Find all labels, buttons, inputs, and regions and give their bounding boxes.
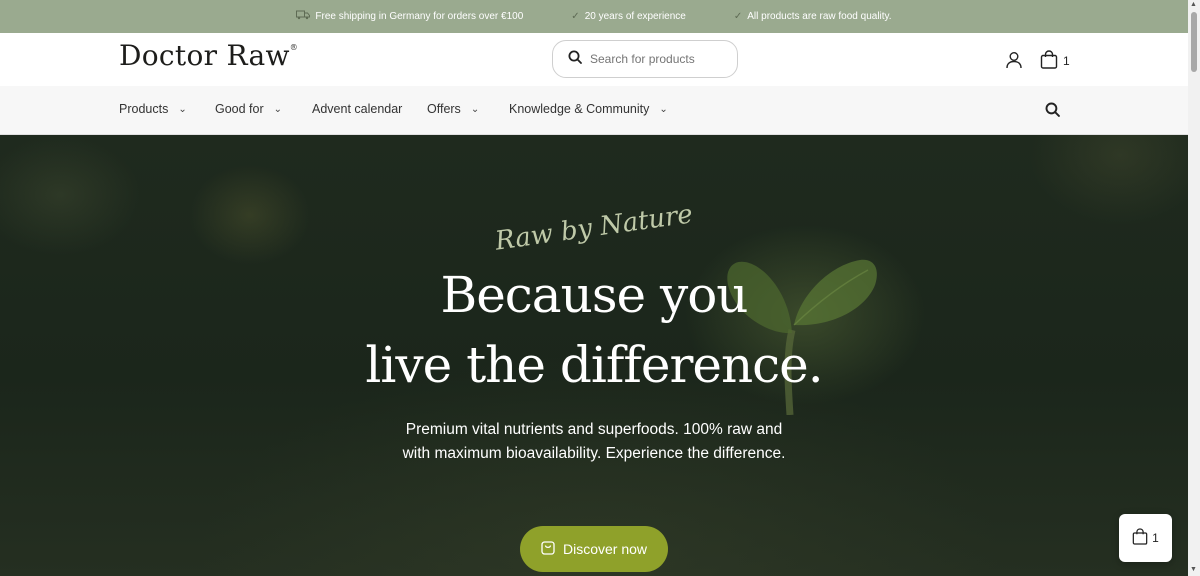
nav-item-label: Advent calendar [312,102,403,116]
search-box[interactable] [552,40,738,78]
shopping-bag-icon [1040,50,1058,72]
nav-item-offers[interactable]: Offers ⌄ [427,102,479,116]
usp-text: Free shipping in Germany for orders over… [315,11,524,22]
usp-shipping: Free shipping in Germany for orders over… [296,10,523,23]
logo-text: Doctor Raw [119,39,290,72]
hero-banner: Raw by Nature Because you live the diffe… [0,135,1188,576]
headline-line-1: Because you [440,266,748,324]
nav-search-button[interactable] [1045,102,1060,122]
scrollbar-thumb[interactable] [1191,12,1197,72]
user-icon [1005,52,1023,73]
hero-headline: Because you live the difference. [0,260,1188,400]
chevron-down-icon: ⌄ [178,103,187,115]
nav-item-label: Good for [215,102,264,116]
chevron-down-icon: ⌄ [659,103,668,115]
usp-bar: Free shipping in Germany for orders over… [0,0,1188,33]
page-scrollbar[interactable]: ▲ ▼ [1188,0,1200,576]
main-nav: Products ⌄ Good for ⌄ Advent calendar Of… [0,86,1188,135]
search-input[interactable] [590,52,720,66]
search-icon [568,50,582,69]
site-header: Doctor Raw® 1 [0,33,1188,86]
scroll-down-arrow-icon[interactable]: ▼ [1190,566,1197,573]
cart-count: 1 [1063,54,1070,68]
usp-experience: ✓ 20 years of experience [571,11,686,22]
nav-item-label: Knowledge & Community [509,102,650,116]
floating-cart-button[interactable]: 1 [1119,514,1172,562]
account-button[interactable] [1005,51,1023,74]
registered-mark: ® [289,43,299,52]
shopping-bag-icon [541,540,555,558]
usp-text: 20 years of experience [584,11,686,22]
usp-raw-quality: ✓ All products are raw food quality. [734,11,892,22]
scroll-up-arrow-icon[interactable]: ▲ [1190,1,1197,8]
search-icon [1045,102,1060,121]
chevron-down-icon: ⌄ [470,103,480,115]
nav-item-knowledge-community[interactable]: Knowledge & Community ⌄ [509,102,668,116]
truck-icon [296,10,311,23]
nav-item-products[interactable]: Products ⌄ [119,102,187,116]
chevron-down-icon: ⌄ [273,103,283,115]
hero-subtext: Premium vital nutrients and superfoods. … [402,421,786,462]
shopping-bag-icon [1132,528,1148,548]
discover-now-button[interactable]: Discover now [520,526,668,572]
nav-item-label: Products [119,102,169,116]
headline-line-2: live the difference. [365,336,823,394]
cart-button[interactable]: 1 [1040,50,1070,72]
nav-item-good-for[interactable]: Good for ⌄ [215,102,282,116]
cta-label: Discover now [562,541,648,557]
logo[interactable]: Doctor Raw® [119,39,298,72]
floating-cart-count: 1 [1152,531,1159,545]
nav-item-advent-calendar[interactable]: Advent calendar [312,102,402,116]
usp-text: All products are raw food quality. [747,11,892,22]
nav-item-label: Offers [427,102,461,116]
check-icon: ✓ [733,11,743,22]
check-icon: ✓ [571,11,580,22]
